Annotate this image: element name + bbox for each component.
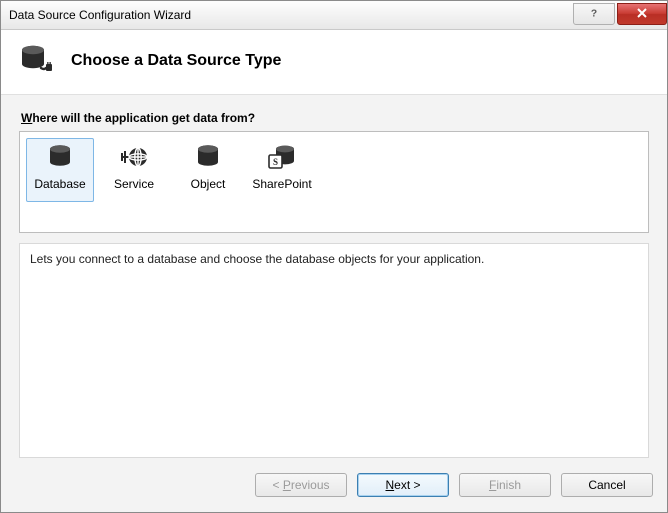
help-icon: ? — [589, 7, 599, 22]
svg-text:?: ? — [591, 8, 597, 19]
wizard-footer: < Previous Next > Finish Cancel — [1, 458, 667, 512]
object-icon — [195, 143, 221, 171]
option-object[interactable]: Object — [174, 138, 242, 202]
option-label: Database — [34, 177, 85, 191]
option-sharepoint[interactable]: S SharePoint — [248, 138, 316, 202]
wizard-body: Where will the application get data from… — [1, 95, 667, 458]
data-source-options: Database Service — [19, 131, 649, 233]
database-icon — [47, 143, 73, 171]
option-database[interactable]: Database — [26, 138, 94, 202]
window-title: Data Source Configuration Wizard — [1, 8, 191, 22]
option-label: Object — [191, 177, 226, 191]
wizard-header: Choose a Data Source Type — [1, 30, 667, 95]
finish-button: Finish — [459, 473, 551, 497]
database-plug-icon — [19, 44, 53, 78]
previous-button: < Previous — [255, 473, 347, 497]
help-button[interactable]: ? — [573, 3, 615, 25]
service-icon — [119, 143, 149, 171]
option-description: Lets you connect to a database and choos… — [19, 243, 649, 458]
prompt-label: Where will the application get data from… — [21, 111, 649, 125]
sharepoint-icon: S — [268, 143, 296, 171]
wizard-window: Data Source Configuration Wizard ? — [0, 0, 668, 513]
close-icon — [637, 7, 647, 21]
option-service[interactable]: Service — [100, 138, 168, 202]
option-label: Service — [114, 177, 154, 191]
close-button[interactable] — [617, 3, 667, 25]
svg-text:S: S — [273, 157, 278, 167]
cancel-button[interactable]: Cancel — [561, 473, 653, 497]
titlebar: Data Source Configuration Wizard ? — [1, 1, 667, 30]
option-label: SharePoint — [252, 177, 311, 191]
next-button[interactable]: Next > — [357, 473, 449, 497]
wizard-heading: Choose a Data Source Type — [71, 52, 281, 70]
